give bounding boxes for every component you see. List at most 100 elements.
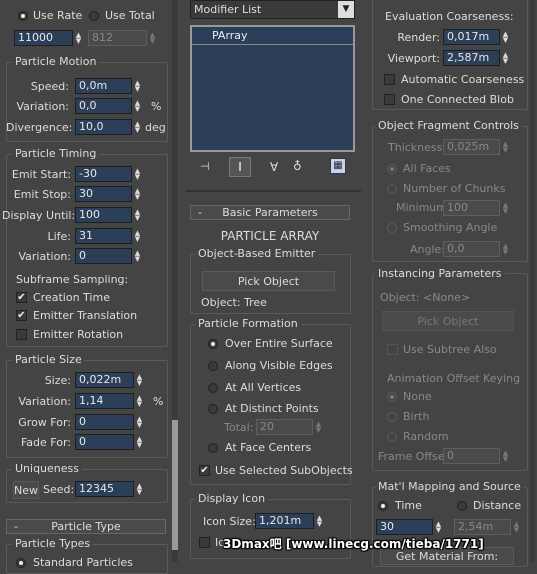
total-label: Total: [224, 421, 254, 434]
pin-stack-icon[interactable]: ⊣ [200, 160, 214, 174]
rate-spinner[interactable]: 11000 ▲ ▼ [14, 30, 84, 46]
emit-start-spinner[interactable]: -30 ▲ ▼ [75, 166, 143, 182]
new-seed-button[interactable]: New [13, 481, 39, 499]
mat-time-radio[interactable] [378, 501, 388, 511]
emitter-rotation-checkbox[interactable] [16, 329, 27, 340]
anim-birth-label: Birth [403, 410, 430, 423]
instancing-pick-object-button[interactable]: Pick Object [382, 311, 514, 331]
fade-for-spinner[interactable]: 0 ▲ ▼ [75, 434, 145, 450]
angle-spinner[interactable]: 0,0 ▲ ▼ [443, 241, 511, 257]
over-surface-radio[interactable] [208, 339, 218, 349]
size-variation-spinner[interactable]: 1,14 ▲ ▼ [75, 393, 145, 409]
size-variation-label: Variation: [18, 395, 71, 408]
timing-variation-spinner[interactable]: 0 ▲ ▼ [75, 248, 143, 264]
emit-stop-spinner[interactable]: 30 ▲ ▼ [75, 186, 143, 202]
standard-particles-radio[interactable] [16, 558, 26, 568]
anim-random-radio[interactable] [387, 432, 397, 442]
at-vertices-label: At All Vertices [225, 381, 302, 394]
over-surface-label: Over Entire Surface [225, 337, 333, 350]
modifier-list-dropdown[interactable]: Modifier List ▼ [190, 0, 355, 19]
viewport-spinner[interactable]: 2,587m ▲ ▼ [443, 50, 511, 66]
configure-modifier-sets-icon[interactable]: ▦ [330, 158, 346, 174]
remove-modifier-icon[interactable]: ♁ [293, 159, 302, 173]
auto-coarseness-label: Automatic Coarseness [401, 73, 525, 86]
frame-offset-label: Frame Offset: [378, 450, 453, 463]
seed-spinner[interactable]: 12345 ▲ ▼ [75, 481, 145, 497]
particle-types-title: Particle Types [12, 537, 94, 550]
at-points-radio[interactable] [208, 404, 218, 414]
thickness-spinner[interactable]: 0,025m ▲ ▼ [443, 139, 511, 155]
particle-type-rollout[interactable]: - Particle Type [6, 519, 166, 534]
emitter-object-label: Object: Tree [201, 296, 267, 309]
use-subobjects-checkbox[interactable]: ✔ [199, 465, 210, 476]
size-label: Size: [44, 374, 71, 387]
at-points-label: At Distinct Points [225, 402, 319, 415]
icon-hidden-checkbox[interactable] [199, 537, 210, 548]
pick-object-button[interactable]: Pick Object [202, 271, 335, 291]
stack-item-parray[interactable]: PArray [192, 27, 353, 45]
dropdown-arrow-icon[interactable]: ▼ [338, 1, 354, 18]
total-spinner[interactable]: 812 ▲ ▼ [88, 30, 158, 46]
particle-motion-title: Particle Motion [12, 55, 100, 68]
creation-time-checkbox[interactable]: ✔ [16, 292, 27, 303]
divergence-deg: deg [145, 121, 166, 134]
mat-time-label: Time [395, 499, 422, 512]
one-connected-blob-label: One Connected Blob [401, 93, 514, 106]
at-face-centers-label: At Face Centers [225, 441, 312, 454]
motion-variation-spinner[interactable]: 0,0 ▲ ▼ [75, 98, 143, 114]
at-face-centers-radio[interactable] [208, 443, 218, 453]
use-total-radio[interactable] [89, 11, 99, 21]
display-until-label: Display Until: [2, 209, 76, 222]
icon-size-spinner[interactable]: 1,201m ▲ ▼ [255, 513, 325, 529]
render-spinner[interactable]: 0,017m ▲ ▼ [443, 29, 511, 45]
mat-distance-radio[interactable] [457, 501, 467, 511]
particle-formation-title: Particle Formation [195, 317, 301, 330]
standard-particles-label: Standard Particles [33, 556, 133, 569]
angle-label: Angle: [410, 243, 446, 256]
anim-none-radio[interactable] [387, 392, 397, 402]
at-vertices-radio[interactable] [208, 383, 218, 393]
mat-time-spinner[interactable]: 30 ▲ ▼ [376, 519, 444, 535]
speed-spinner[interactable]: 0,0m ▲ ▼ [75, 78, 143, 94]
num-chunks-radio[interactable] [387, 184, 397, 194]
divergence-spinner[interactable]: 10,0 ▲ ▼ [75, 119, 143, 135]
middle-panel: Modifier List ▼ PArray ⊣ Ⅰ ∀ ♁ ▦ - Basic … [180, 0, 366, 562]
instancing-title: Instancing Parameters [375, 267, 505, 280]
fragment-controls-title: Object Fragment Controls [375, 119, 522, 132]
left-panel: Use Rate Use Total 11000 ▲ ▼ 812 ▲ ▼ Particl… [0, 0, 178, 574]
make-unique-icon[interactable]: ∀ [270, 160, 278, 174]
along-edges-radio[interactable] [208, 361, 218, 371]
emit-start-label: Emit Start: [11, 168, 71, 181]
right-scrollbar[interactable] [530, 0, 535, 562]
left-scrollbar-thumb[interactable] [172, 420, 178, 550]
timing-variation-label: Variation: [18, 250, 71, 263]
frame-offset-spinner[interactable]: 0 ▲ ▼ [443, 448, 511, 464]
mat-distance-spinner[interactable]: 2,54m ▲ ▼ [454, 519, 522, 535]
size-spinner[interactable]: 0,022m ▲ ▼ [75, 372, 145, 388]
life-label: Life: [47, 230, 71, 243]
auto-coarseness-checkbox[interactable] [384, 74, 395, 85]
motion-variation-pct: % [151, 100, 162, 113]
all-faces-radio[interactable] [387, 164, 397, 174]
anim-birth-radio[interactable] [387, 412, 397, 422]
grow-for-spinner[interactable]: 0 ▲ ▼ [75, 414, 145, 430]
one-connected-blob-checkbox[interactable] [384, 94, 395, 105]
thickness-label: Thickness: [388, 141, 447, 154]
life-spinner[interactable]: 31 ▲ ▼ [75, 228, 143, 244]
fade-for-label: Fade For: [20, 436, 71, 449]
subframe-label: Subframe Sampling: [16, 273, 129, 286]
use-subtree-checkbox[interactable] [387, 344, 398, 355]
speed-label: Speed: [30, 80, 69, 93]
minimum-spinner[interactable]: 100 ▲ ▼ [443, 200, 511, 216]
emitter-rotation-label: Emitter Rotation [33, 328, 124, 341]
display-until-spinner[interactable]: 100 ▲ ▼ [75, 207, 143, 223]
total-spinner[interactable]: 20 ▲ ▼ [256, 419, 324, 435]
anim-random-label: Random [403, 430, 449, 443]
show-end-result-button[interactable]: Ⅰ [229, 157, 251, 177]
modifier-stack-list[interactable]: PArray [190, 25, 355, 152]
use-rate-radio[interactable] [18, 11, 28, 21]
emit-stop-label: Emit Stop: [13, 188, 71, 201]
basic-parameters-rollout[interactable]: - Basic Parameters [190, 205, 350, 220]
smoothing-angle-radio[interactable] [387, 223, 397, 233]
emitter-translation-checkbox[interactable]: ✔ [16, 310, 27, 321]
